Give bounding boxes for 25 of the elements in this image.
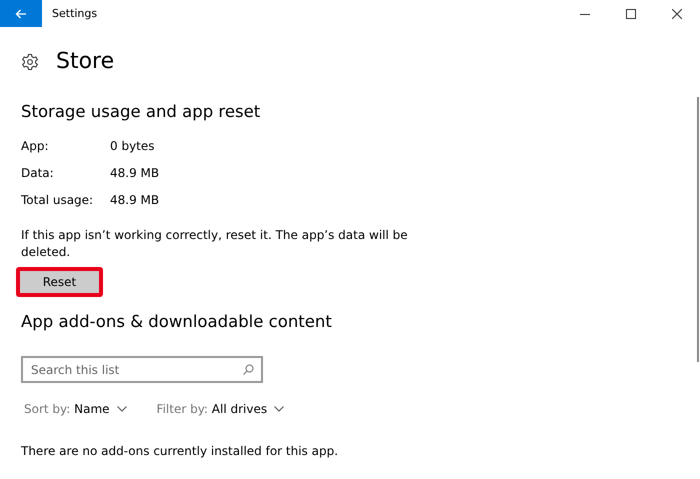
usage-label: Data:: [21, 165, 55, 182]
usage-value: 0 bytes: [110, 138, 156, 155]
usage-value: 48.9 MB: [110, 165, 160, 182]
chevron-down-icon: [274, 406, 284, 412]
maximize-icon: [626, 8, 636, 18]
back-arrow-icon: [15, 8, 27, 18]
search-icon: [243, 364, 254, 375]
page-title: Store: [56, 49, 114, 74]
sort-dropdown[interactable]: Sort by: Name: [24, 402, 127, 416]
search-field[interactable]: Search this list: [21, 356, 263, 383]
back-button[interactable]: [0, 0, 42, 27]
usage-label: Total usage:: [21, 192, 94, 209]
usage-label: App:: [21, 138, 50, 155]
reset-button[interactable]: Reset: [20, 271, 99, 293]
window-title: Settings: [52, 7, 98, 20]
empty-message: There are no add-ons currently installed for this app.: [21, 444, 340, 458]
reset-description: If this app isn’t working correctly, reset it. The app’s data will be deleted.: [21, 227, 409, 261]
usage-value: 48.9 MB: [110, 192, 160, 209]
section-heading: Storage usage and app reset: [21, 102, 262, 121]
settings-icon: [21, 52, 39, 70]
sort-label: Sort by: Name: [24, 402, 110, 416]
section-heading: App add-ons & downloadable content: [21, 312, 333, 331]
close-icon: [672, 8, 682, 18]
scrollbar[interactable]: [697, 97, 699, 362]
chevron-down-icon: [116, 406, 127, 412]
